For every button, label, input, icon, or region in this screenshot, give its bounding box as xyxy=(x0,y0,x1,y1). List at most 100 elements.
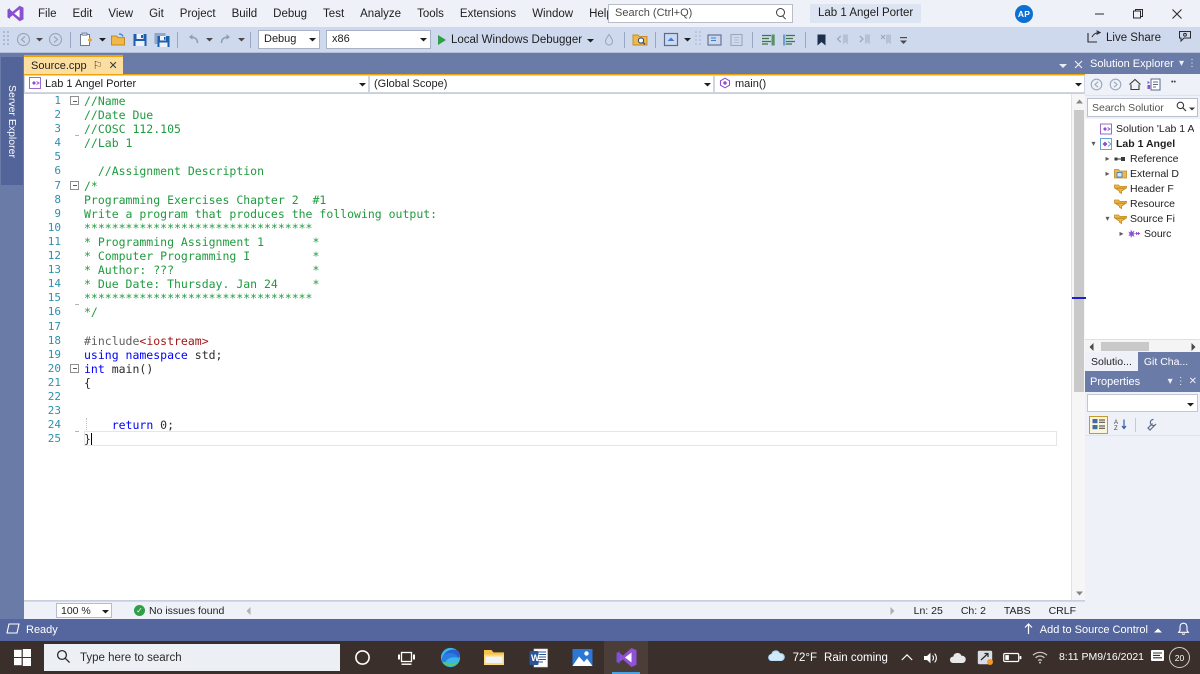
code-line[interactable]: 18 #include<iostream> xyxy=(24,334,1071,348)
onedrive-icon[interactable] xyxy=(944,641,972,674)
code-line[interactable]: 3 //COSC 112.105 xyxy=(24,122,1071,136)
redo-icon[interactable] xyxy=(215,30,235,50)
back-icon[interactable] xyxy=(1088,76,1105,93)
tab-solution-explorer[interactable]: Solutio... xyxy=(1085,352,1138,371)
code-text[interactable]: //Name xyxy=(84,94,126,108)
global-search-input[interactable]: Search (Ctrl+Q) xyxy=(608,4,793,23)
wifi-icon[interactable] xyxy=(1027,641,1053,674)
task-view-icon[interactable] xyxy=(384,641,428,674)
cortana-icon[interactable] xyxy=(340,641,384,674)
tab-git-changes[interactable]: Git Cha... xyxy=(1138,352,1194,371)
code-editor[interactable]: 1 //Name 2 //Date Due 3 //COSC 112.105 4 //Lab … xyxy=(24,94,1071,600)
chevron-down-icon[interactable]: ▾ xyxy=(1168,376,1173,387)
code-text[interactable]: //Date Due xyxy=(84,108,153,122)
scroll-left-icon[interactable] xyxy=(242,604,255,617)
code-line[interactable]: 15 ********************************* xyxy=(24,291,1071,305)
code-line[interactable]: 1 //Name xyxy=(24,94,1071,108)
code-text[interactable]: //COSC 112.105 xyxy=(84,122,181,136)
code-line[interactable]: 7 /* xyxy=(24,179,1071,193)
scroll-left-icon[interactable] xyxy=(1085,340,1098,353)
solution-search-input[interactable]: Search Solutior xyxy=(1087,98,1198,117)
new-project-dropdown-icon[interactable] xyxy=(97,30,107,50)
scroll-down-icon[interactable] xyxy=(1072,586,1086,600)
windows-start-icon[interactable] xyxy=(0,641,44,674)
tree-item[interactable]: Solution 'Lab 1 A xyxy=(1085,121,1200,136)
start-debugging-button[interactable]: Local Windows Debugger xyxy=(434,30,598,50)
chevron-down-icon[interactable] xyxy=(1189,102,1195,114)
taskbar-search-input[interactable]: Type here to search xyxy=(44,644,340,671)
scrollbar-thumb[interactable] xyxy=(1101,342,1149,351)
code-text[interactable]: * Computer Programming I * xyxy=(84,249,319,263)
zoom-level-select[interactable]: 100 % xyxy=(56,603,112,618)
categorized-view-icon[interactable] xyxy=(1089,415,1108,434)
properties-object-select[interactable] xyxy=(1087,394,1198,412)
tree-item[interactable]: ▸ Sourc xyxy=(1085,226,1200,241)
solution-tree[interactable]: Solution 'Lab 1 A ▾ Lab 1 Angel ▸ Reference ▸… xyxy=(1085,119,1200,339)
menu-item-file[interactable]: File xyxy=(30,3,65,25)
chevron-down-icon[interactable] xyxy=(587,34,595,46)
menu-item-edit[interactable]: Edit xyxy=(65,3,101,25)
undo-icon[interactable] xyxy=(183,30,203,50)
tree-item[interactable]: ▸ External D xyxy=(1085,166,1200,181)
solution-tree-horizontal-scrollbar[interactable] xyxy=(1085,339,1200,352)
chevron-down-icon[interactable] xyxy=(1059,61,1067,72)
uncomment-selection-icon[interactable] xyxy=(780,30,800,50)
code-line[interactable]: 12 * Computer Programming I * xyxy=(24,249,1071,263)
display-settings-icon[interactable] xyxy=(972,641,998,674)
expander-icon[interactable]: ▸ xyxy=(1102,169,1113,178)
code-line[interactable]: 11 * Programming Assignment 1 * xyxy=(24,235,1071,249)
menu-item-analyze[interactable]: Analyze xyxy=(352,3,409,25)
avatar[interactable]: AP xyxy=(1015,5,1033,23)
menu-item-extensions[interactable]: Extensions xyxy=(452,3,524,25)
search-in-files-icon[interactable] xyxy=(630,30,650,50)
collapse-icon[interactable] xyxy=(70,180,79,190)
menu-item-git[interactable]: Git xyxy=(141,3,172,25)
volume-icon[interactable] xyxy=(918,641,944,674)
hot-reload-icon[interactable] xyxy=(599,30,619,50)
expander-icon[interactable]: ▾ xyxy=(1088,139,1099,148)
redo-dropdown-icon[interactable] xyxy=(236,30,246,50)
code-text[interactable]: ********************************* xyxy=(84,291,312,305)
toolbar-grip[interactable] xyxy=(2,30,12,50)
chevron-down-icon[interactable]: ▾ xyxy=(1179,58,1184,69)
collapse-icon[interactable] xyxy=(70,363,79,373)
undo-dropdown-icon[interactable] xyxy=(204,30,214,50)
close-button[interactable] xyxy=(1160,0,1194,27)
code-line[interactable]: 13 * Author: ??? * xyxy=(24,263,1071,277)
code-line[interactable]: 5 xyxy=(24,150,1071,164)
expander-icon[interactable]: ▾ xyxy=(1102,214,1113,223)
editor-horizontal-scrollbar[interactable] xyxy=(242,604,898,617)
preview-selected-items-icon[interactable] xyxy=(661,30,681,50)
scroll-right-icon[interactable] xyxy=(886,604,899,617)
alphabetical-view-icon[interactable]: A Z xyxy=(1111,416,1130,434)
solution-explorer-window-icon[interactable] xyxy=(705,30,725,50)
scrollbar-thumb[interactable] xyxy=(1074,110,1084,392)
scroll-up-icon[interactable] xyxy=(1072,94,1086,108)
code-text[interactable]: Write a program that produces the follow… xyxy=(84,207,437,221)
tree-item[interactable]: ▾ Lab 1 Angel xyxy=(1085,136,1200,151)
code-text[interactable]: #include<iostream> xyxy=(84,334,209,348)
battery-icon[interactable] xyxy=(998,641,1027,674)
tree-item[interactable]: ▾ Source Fi xyxy=(1085,211,1200,226)
comment-selection-icon[interactable] xyxy=(758,30,778,50)
pin-icon[interactable]: ⋮ xyxy=(1187,58,1197,69)
code-line[interactable]: 14 * Due Date: Thursday. Jan 24 * xyxy=(24,277,1071,291)
pin-icon[interactable]: ⚐ xyxy=(93,60,103,71)
tree-item[interactable]: Header F xyxy=(1085,181,1200,196)
save-all-icon[interactable] xyxy=(152,30,172,50)
solution-configuration-select[interactable]: Debug xyxy=(258,30,320,49)
scope-select[interactable]: (Global Scope) xyxy=(369,75,714,93)
next-bookmark-icon[interactable] xyxy=(855,30,875,50)
code-line[interactable]: 17 xyxy=(24,320,1071,334)
code-text[interactable]: ********************************* xyxy=(84,221,312,235)
code-text[interactable]: * Author: ??? * xyxy=(84,263,319,277)
code-text[interactable]: { xyxy=(84,376,91,390)
notification-center-button[interactable]: 20 xyxy=(1150,647,1194,668)
code-text[interactable]: * Due Date: Thursday. Jan 24 * xyxy=(84,277,319,291)
menu-item-build[interactable]: Build xyxy=(224,3,266,25)
code-line[interactable]: 24 return 0; xyxy=(24,418,1071,433)
properties-grid[interactable] xyxy=(1085,436,1200,619)
menu-item-view[interactable]: View xyxy=(100,3,141,25)
code-line[interactable]: 4 //Lab 1 xyxy=(24,135,1071,150)
tree-item[interactable]: Resource xyxy=(1085,196,1200,211)
